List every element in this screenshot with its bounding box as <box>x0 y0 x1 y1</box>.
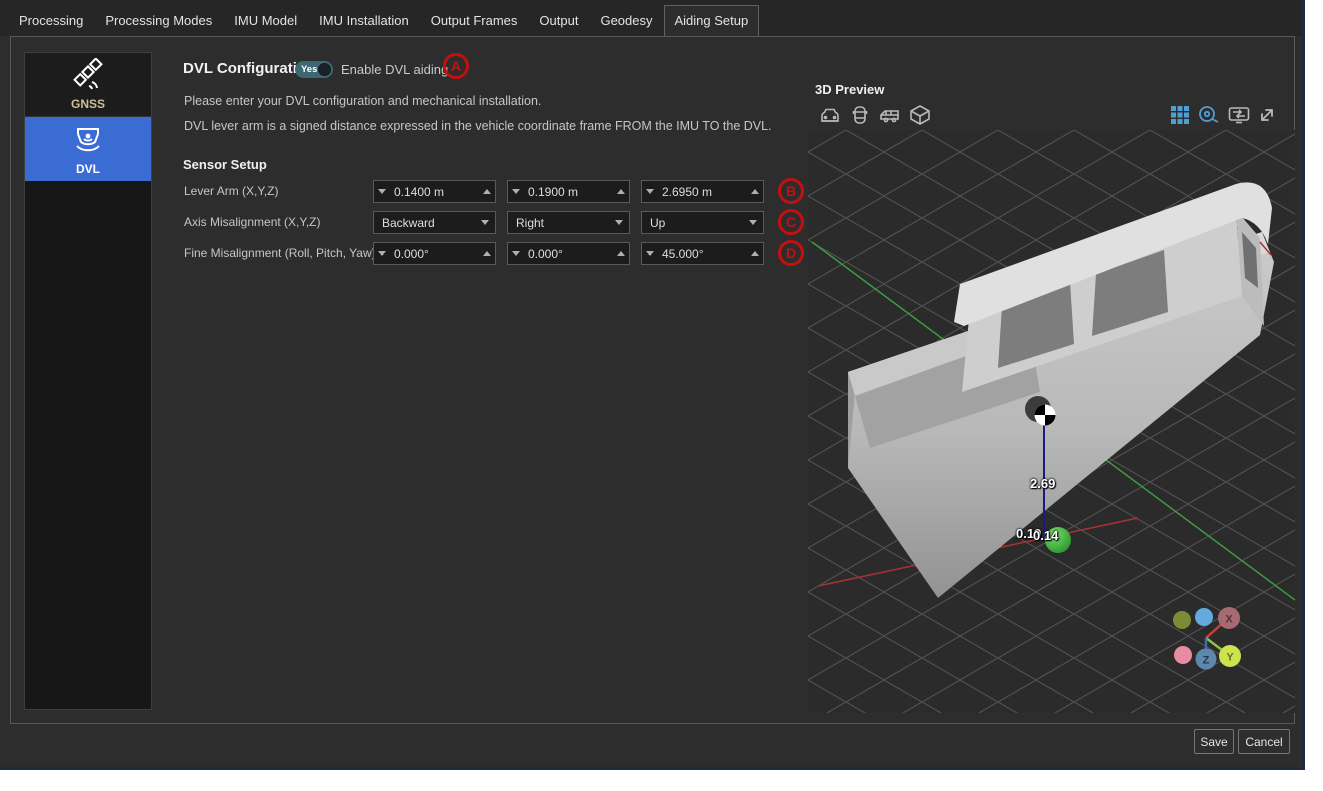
cube-icon[interactable] <box>908 103 932 127</box>
axis-misalignment-z-value: Up <box>650 216 743 230</box>
sensor-setup-heading: Sensor Setup <box>183 157 267 172</box>
chevron-down-icon <box>475 220 495 225</box>
spin-down-icon[interactable] <box>508 251 524 256</box>
save-button[interactable]: Save <box>1194 729 1234 754</box>
tab-output[interactable]: Output <box>528 5 589 36</box>
enable-dvl-toggle[interactable]: Yes <box>295 61 333 78</box>
tab-imu-model[interactable]: IMU Model <box>223 5 308 36</box>
axis-misalignment-x-value: Backward <box>382 216 475 230</box>
sidebar-item-gnss[interactable]: GNSS <box>25 53 151 117</box>
car-top-icon[interactable] <box>848 103 872 127</box>
fine-misalignment-yaw-spinbox[interactable]: 45.000° <box>641 242 764 265</box>
axis-misalignment-y-value: Right <box>516 216 609 230</box>
chevron-down-icon <box>609 220 629 225</box>
fine-misalignment-roll-value: 0.000° <box>390 247 479 261</box>
spin-down-icon[interactable] <box>642 189 658 194</box>
sidebar-label-gnss: GNSS <box>71 97 105 111</box>
app-window: Processing Processing Modes IMU Model IM… <box>0 0 1305 770</box>
spin-up-icon[interactable] <box>747 251 763 256</box>
lever-arm-z-spinbox[interactable]: 2.6950 m <box>641 180 764 203</box>
toggle-state-label: Yes <box>301 64 317 75</box>
lever-arm-y-value: 0.1900 m <box>524 185 613 199</box>
cancel-button[interactable]: Cancel <box>1238 729 1290 754</box>
tab-imu-installation[interactable]: IMU Installation <box>308 5 420 36</box>
annotation-c: C <box>778 209 804 235</box>
annotation-d: D <box>778 240 804 266</box>
y-measure-label: 0.14 <box>1033 528 1058 543</box>
expand-icon[interactable] <box>1255 103 1279 127</box>
grid-icon[interactable] <box>1168 103 1192 127</box>
gizmo-y-label: Y <box>1226 652 1234 664</box>
lever-arm-label: Lever Arm (X,Y,Z) <box>184 184 278 198</box>
fine-misalignment-yaw-value: 45.000° <box>658 247 747 261</box>
preview-title: 3D Preview <box>815 82 884 97</box>
spin-down-icon[interactable] <box>508 189 524 194</box>
gizmo-neg-y-ball[interactable] <box>1173 611 1191 629</box>
satellite-icon <box>68 58 108 94</box>
dvl-sonar-icon <box>68 123 108 159</box>
annotation-b: B <box>778 178 804 204</box>
3d-scene: X Y Z <box>808 130 1295 713</box>
chevron-down-icon <box>743 220 763 225</box>
enable-dvl-label: Enable DVL aiding <box>341 62 448 77</box>
tab-processing-modes[interactable]: Processing Modes <box>94 5 223 36</box>
spin-down-icon[interactable] <box>374 251 390 256</box>
gizmo-x-label: X <box>1225 614 1233 626</box>
lever-arm-z-value: 2.6950 m <box>658 185 747 199</box>
config-description-2: DVL lever arm is a signed distance expre… <box>184 119 772 133</box>
fine-misalignment-roll-spinbox[interactable]: 0.000° <box>373 242 496 265</box>
gizmo-neg-x-ball[interactable] <box>1174 646 1192 664</box>
sidebar-item-dvl[interactable]: DVL <box>25 117 151 181</box>
car-front-icon[interactable] <box>818 103 842 127</box>
tab-aiding-setup[interactable]: Aiding Setup <box>664 5 760 36</box>
spin-up-icon[interactable] <box>613 189 629 194</box>
axis-misalignment-z-select[interactable]: Up <box>641 211 764 234</box>
fine-misalignment-pitch-spinbox[interactable]: 0.000° <box>507 242 630 265</box>
fine-misalignment-label: Fine Misalignment (Roll, Pitch, Yaw) <box>184 246 376 260</box>
lever-arm-y-spinbox[interactable]: 0.1900 m <box>507 180 630 203</box>
labels-icon[interactable] <box>1227 103 1251 127</box>
aiding-sidebar: GNSS DVL <box>24 52 152 710</box>
van-icon[interactable] <box>878 103 902 127</box>
spin-up-icon[interactable] <box>747 189 763 194</box>
measure-icon[interactable] <box>1197 103 1221 127</box>
axis-misalignment-y-select[interactable]: Right <box>507 211 630 234</box>
lever-arm-x-value: 0.1400 m <box>390 185 479 199</box>
fine-misalignment-pitch-value: 0.000° <box>524 247 613 261</box>
spin-up-icon[interactable] <box>479 189 495 194</box>
tab-output-frames[interactable]: Output Frames <box>420 5 529 36</box>
sidebar-label-dvl: DVL <box>76 162 100 176</box>
annotation-a: A <box>443 53 469 79</box>
tab-processing[interactable]: Processing <box>8 5 94 36</box>
3d-viewport[interactable]: X Y Z 2.69 0.19 0.14 <box>808 130 1295 713</box>
tab-bar: Processing Processing Modes IMU Model IM… <box>0 0 1302 36</box>
config-description-1: Please enter your DVL configuration and … <box>184 94 541 108</box>
lever-arm-x-spinbox[interactable]: 0.1400 m <box>373 180 496 203</box>
spin-down-icon[interactable] <box>642 251 658 256</box>
spin-up-icon[interactable] <box>479 251 495 256</box>
spin-down-icon[interactable] <box>374 189 390 194</box>
height-measure-label: 2.69 <box>1030 476 1055 491</box>
spin-up-icon[interactable] <box>613 251 629 256</box>
axis-misalignment-x-select[interactable]: Backward <box>373 211 496 234</box>
gizmo-z-label: Z <box>1203 655 1210 667</box>
axis-misalignment-label: Axis Misalignment (X,Y,Z) <box>184 215 320 229</box>
tab-geodesy[interactable]: Geodesy <box>589 5 663 36</box>
toggle-knob <box>318 63 331 76</box>
gizmo-neg-z-ball[interactable] <box>1195 608 1213 626</box>
